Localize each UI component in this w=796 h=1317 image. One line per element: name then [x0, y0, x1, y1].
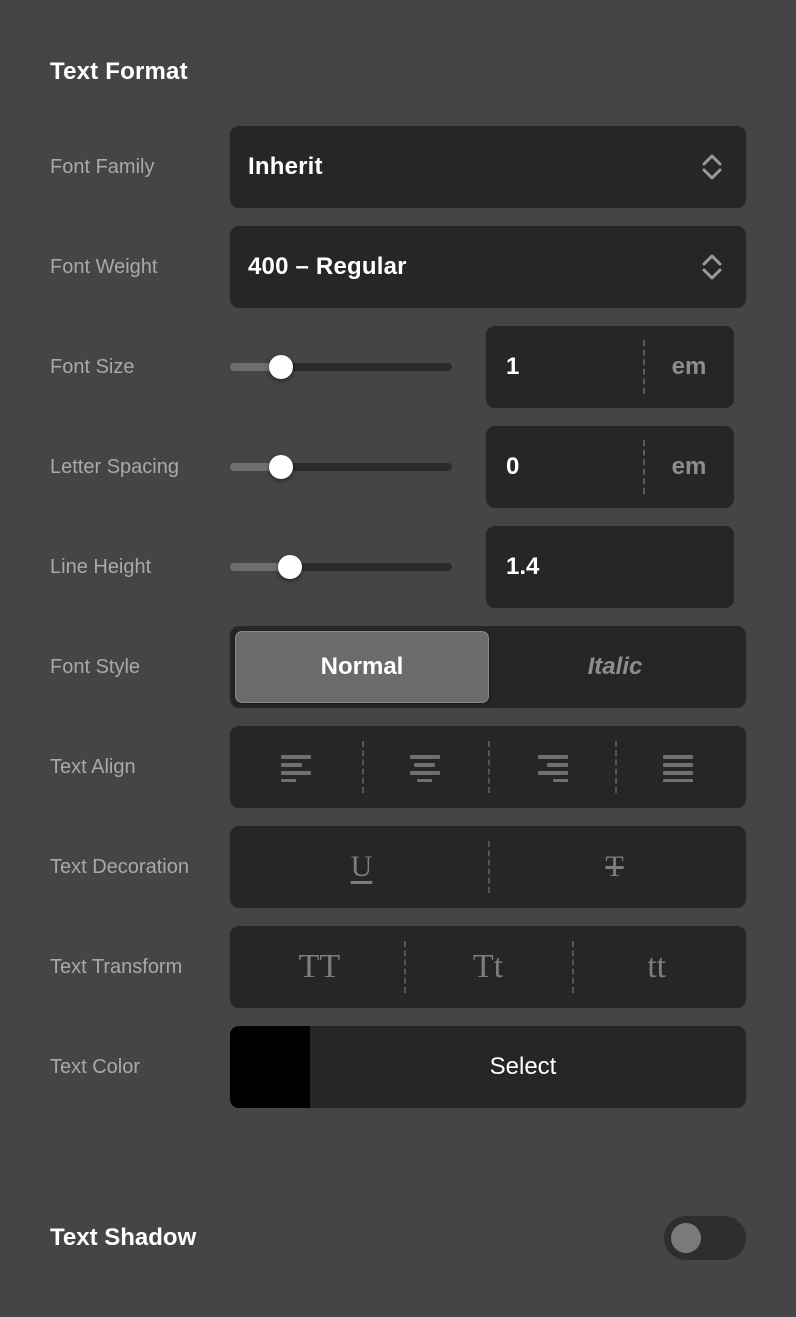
text-shadow-title: Text Shadow — [50, 1224, 196, 1252]
row-font-family: Font Family Inherit — [50, 126, 746, 208]
lowercase-icon: tt — [647, 950, 666, 984]
row-text-transform: Text Transform TT Tt tt — [50, 926, 746, 1008]
text-transform-option-lowercase[interactable]: tt — [572, 931, 741, 1003]
font-style-option-normal[interactable]: Normal — [235, 631, 489, 703]
strikethrough-icon: T — [605, 852, 623, 882]
slider-thumb[interactable] — [269, 455, 293, 479]
row-text-align: Text Align — [50, 726, 746, 808]
font-family-value: Inherit — [248, 153, 323, 181]
label-text-decoration: Text Decoration — [50, 850, 230, 884]
text-decoration-option-underline[interactable]: U — [235, 831, 488, 903]
row-font-size: Font Size 1 em — [50, 326, 746, 408]
toggle-knob — [671, 1223, 701, 1253]
uppercase-icon: TT — [299, 950, 341, 984]
font-weight-select[interactable]: 400 – Regular — [230, 226, 746, 308]
row-line-height: Line Height 1.4 — [50, 526, 746, 608]
label-text-color: Text Color — [50, 1050, 230, 1084]
label-font-family: Font Family — [50, 150, 230, 184]
letter-spacing-unit: em — [644, 453, 734, 481]
font-weight-value: 400 – Regular — [248, 253, 407, 281]
text-transform-option-capitalize[interactable]: Tt — [404, 931, 573, 1003]
capitalize-icon: Tt — [473, 950, 503, 984]
row-text-color: Text Color Select — [50, 1026, 746, 1108]
label-font-style: Font Style — [50, 650, 230, 684]
font-size-value: 1 — [486, 353, 519, 381]
text-decoration-option-strikethrough[interactable]: T — [488, 831, 741, 903]
label-text-transform: Text Transform — [50, 950, 230, 984]
page-title: Text Format — [50, 58, 188, 86]
text-align-option-center[interactable] — [362, 731, 489, 803]
label-line-height: Line Height — [50, 550, 230, 584]
letter-spacing-value: 0 — [486, 453, 519, 481]
font-style-option-italic[interactable]: Italic — [489, 631, 741, 703]
letter-spacing-slider[interactable] — [230, 447, 452, 487]
text-align-segmented — [230, 726, 746, 808]
text-align-option-justify[interactable] — [615, 731, 742, 803]
align-justify-icon — [661, 752, 695, 782]
underline-icon: U — [351, 852, 373, 882]
align-left-icon — [281, 752, 315, 782]
color-select-button[interactable]: Select — [310, 1053, 746, 1081]
slider-thumb[interactable] — [278, 555, 302, 579]
label-text-align: Text Align — [50, 750, 230, 784]
line-height-field[interactable]: 1.4 — [486, 526, 734, 608]
color-swatch[interactable] — [230, 1026, 310, 1108]
font-size-unit: em — [644, 353, 734, 381]
text-transform-segmented: TT Tt tt — [230, 926, 746, 1008]
font-family-select[interactable]: Inherit — [230, 126, 746, 208]
text-align-option-right[interactable] — [488, 731, 615, 803]
row-font-weight: Font Weight 400 – Regular — [50, 226, 746, 308]
line-height-value: 1.4 — [486, 553, 539, 581]
align-right-icon — [534, 752, 568, 782]
row-letter-spacing: Letter Spacing 0 em — [50, 426, 746, 508]
text-color-control: Select — [230, 1026, 746, 1108]
font-style-segmented: Normal Italic — [230, 626, 746, 708]
text-shadow-toggle[interactable] — [664, 1216, 746, 1260]
text-align-option-left[interactable] — [235, 731, 362, 803]
line-height-slider[interactable] — [230, 547, 452, 587]
segment-label: Normal — [321, 653, 404, 681]
font-size-field[interactable]: 1 em — [486, 326, 734, 408]
letter-spacing-field[interactable]: 0 em — [486, 426, 734, 508]
row-text-decoration: Text Decoration U T — [50, 826, 746, 908]
text-decoration-segmented: U T — [230, 826, 746, 908]
chevron-up-down-icon — [700, 250, 724, 284]
chevron-up-down-icon — [700, 150, 724, 184]
segment-label: Italic — [588, 653, 643, 681]
slider-thumb[interactable] — [269, 355, 293, 379]
text-format-panel: Text Format Font Family Inherit Font Wei… — [0, 0, 796, 1317]
label-letter-spacing: Letter Spacing — [50, 450, 230, 484]
label-font-weight: Font Weight — [50, 250, 230, 284]
align-center-icon — [408, 752, 442, 782]
font-size-slider[interactable] — [230, 347, 452, 387]
row-font-style: Font Style Normal Italic — [50, 626, 746, 708]
text-transform-option-uppercase[interactable]: TT — [235, 931, 404, 1003]
label-font-size: Font Size — [50, 350, 230, 384]
